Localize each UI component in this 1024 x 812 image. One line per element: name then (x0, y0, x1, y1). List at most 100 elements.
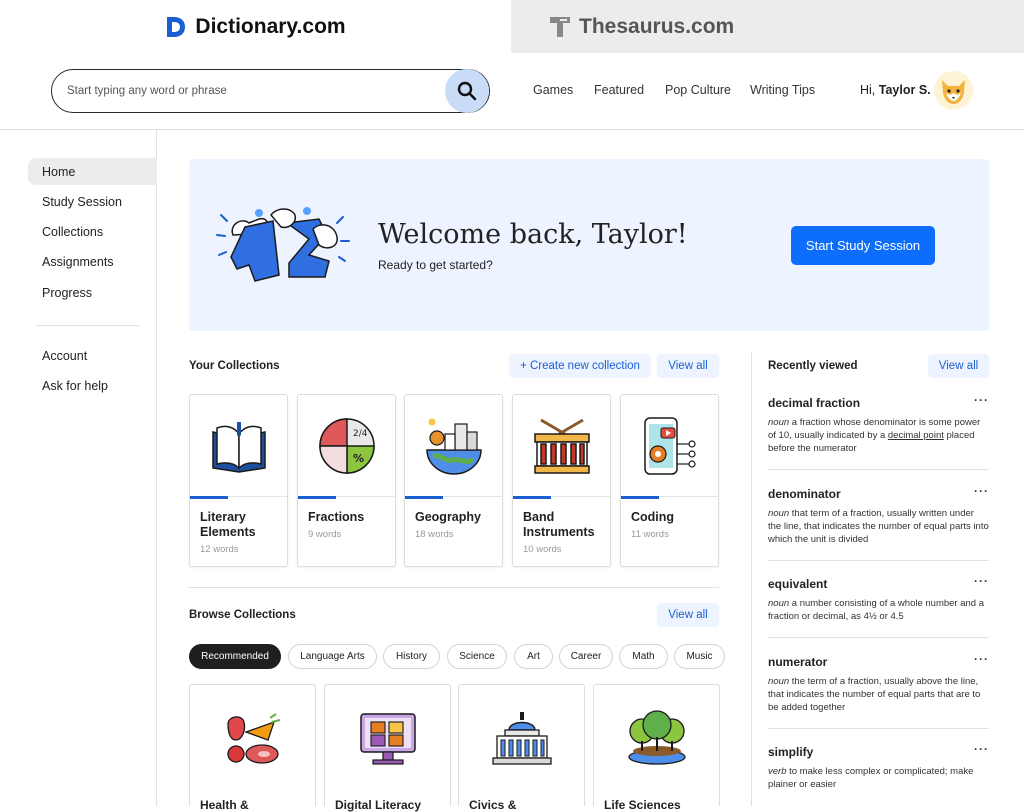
filter-science[interactable]: Science (447, 644, 507, 669)
filter-recommended[interactable]: Recommended (189, 644, 281, 669)
nav-writing-tips[interactable]: Writing Tips (750, 83, 815, 97)
recent-word[interactable]: denominator (768, 487, 989, 501)
collection-progress-bar (298, 496, 336, 499)
nav-featured[interactable]: Featured (594, 83, 644, 97)
avatar[interactable] (934, 71, 973, 110)
sidebar: Home Study Session Collections Assignmen… (0, 130, 157, 806)
recent-divider (768, 637, 989, 638)
food-icon (226, 713, 280, 764)
view-all-collections-button[interactable]: View all (657, 354, 719, 378)
browse-image (594, 685, 719, 791)
view-all-browse-button[interactable]: View all (657, 603, 719, 627)
create-collection-button[interactable]: + Create new collection (509, 354, 651, 378)
browse-card[interactable]: Digital Literacy (324, 684, 451, 812)
search-input[interactable] (67, 85, 437, 97)
thesaurus-brand-label: Thesaurus.com (579, 14, 735, 38)
filter-art[interactable]: Art (514, 644, 553, 669)
collection-card[interactable]: Band Instruments 10 words (512, 394, 611, 567)
browse-collections-title: Browse Collections (189, 609, 296, 621)
collection-card[interactable]: Literary Elements 12 words (189, 394, 288, 567)
thesaurus-tab[interactable]: Thesaurus.com (511, 0, 1024, 53)
recent-word[interactable]: simplify (768, 745, 989, 759)
part-of-speech: noun (768, 417, 790, 428)
fraction-pie-icon: 2/4 % (318, 417, 375, 474)
recent-definition: noun a fraction whose denominator is som… (768, 416, 989, 455)
definition-text: the term of a fraction, usually above th… (768, 676, 981, 713)
collection-card[interactable]: Geography 18 words (404, 394, 503, 567)
recent-word[interactable]: decimal fraction (768, 396, 989, 410)
browse-image (459, 685, 584, 791)
more-options-icon[interactable]: ··· (974, 742, 989, 756)
recent-word[interactable]: numerator (768, 655, 989, 669)
collection-card[interactable]: 2/4 % Fractions 9 words (297, 394, 396, 567)
browse-card[interactable]: Health & (189, 684, 316, 812)
sidebar-item-collections[interactable]: Collections (28, 218, 157, 245)
nav-games[interactable]: Games (533, 83, 573, 97)
recent-word-item[interactable]: numerator ··· noun the term of a fractio… (768, 652, 989, 714)
collection-name: Geography (415, 510, 481, 524)
search-button[interactable] (445, 69, 489, 113)
sidebar-item-help[interactable]: Ask for help (28, 372, 157, 399)
welcome-illustration-icon (216, 207, 350, 282)
collection-count: 12 words (200, 544, 239, 555)
definition-text: to make less complex or complicated; mak… (768, 766, 974, 790)
recent-word-item[interactable]: equivalent ··· noun a number consisting … (768, 574, 989, 623)
recent-definition: noun the term of a fraction, usually abo… (768, 675, 989, 714)
more-options-icon[interactable]: ··· (974, 652, 989, 666)
search-box (51, 69, 490, 113)
greeting-text: Hi, (860, 83, 876, 97)
collection-progress-bar (513, 496, 551, 499)
start-study-session-button[interactable]: Start Study Session (791, 226, 935, 265)
svg-text:%: % (353, 452, 364, 465)
collection-card[interactable]: Coding 11 words (620, 394, 719, 567)
more-options-icon[interactable]: ··· (974, 574, 989, 588)
dictionary-tab[interactable]: Dictionary.com (0, 0, 511, 53)
globe-city-icon (425, 418, 482, 475)
filter-history[interactable]: History (383, 644, 440, 669)
more-options-icon[interactable]: ··· (974, 484, 989, 498)
computer-icon (359, 713, 416, 765)
browse-card[interactable]: Civics & (458, 684, 585, 812)
sidebar-item-study-session[interactable]: Study Session (28, 188, 157, 215)
filter-language-arts[interactable]: Language Arts (288, 644, 377, 669)
more-options-icon[interactable]: ··· (974, 393, 989, 407)
recent-word-item[interactable]: decimal fraction ··· noun a fraction who… (768, 393, 989, 455)
sidebar-item-progress[interactable]: Progress (28, 279, 157, 306)
part-of-speech: noun (768, 676, 790, 687)
recent-word[interactable]: equivalent (768, 577, 989, 591)
recent-word-item[interactable]: denominator ··· noun that term of a frac… (768, 484, 989, 546)
thesaurus-logo-icon (550, 16, 570, 37)
nav-pop-culture[interactable]: Pop Culture (665, 83, 731, 97)
drum-icon (533, 418, 590, 474)
recent-definition: verb to make less complex or complicated… (768, 765, 989, 791)
phone-code-icon (643, 416, 696, 475)
filter-career[interactable]: Career (559, 644, 613, 669)
dictionary-brand-label: Dictionary.com (195, 14, 346, 38)
definition-link[interactable]: decimal point (888, 430, 944, 441)
recently-viewed-title: Recently viewed (768, 360, 858, 372)
filter-music[interactable]: Music (674, 644, 725, 669)
browse-image (325, 685, 450, 791)
browse-card[interactable]: Life Sciences (593, 684, 720, 812)
user-name: Taylor S. (878, 83, 931, 97)
collection-count: 18 words (415, 529, 454, 540)
welcome-subtitle: Ready to get started? (378, 258, 493, 272)
svg-text:2/4: 2/4 (353, 429, 368, 439)
filter-math[interactable]: Math (619, 644, 668, 669)
collection-name: Band Instruments (523, 510, 595, 539)
sidebar-item-account[interactable]: Account (28, 342, 157, 369)
part-of-speech: noun (768, 508, 790, 519)
browse-card-name: Civics & (469, 798, 517, 812)
browse-card-name: Digital Literacy (335, 798, 422, 812)
recent-word-item[interactable]: simplify ··· verb to make less complex o… (768, 742, 989, 791)
view-all-recent-button[interactable]: View all (928, 354, 989, 378)
collection-name: Coding (631, 510, 675, 524)
definition-text: a number consisting of a whole number an… (768, 598, 985, 622)
collection-progress-bar (190, 496, 228, 499)
brand-bar: Dictionary.com Thesaurus.com (0, 0, 1024, 53)
user-greeting: Hi, Taylor S. (860, 83, 931, 97)
collection-name: Literary Elements (200, 510, 256, 539)
recent-definition: noun a number consisting of a whole numb… (768, 597, 989, 623)
sidebar-item-assignments[interactable]: Assignments (28, 248, 157, 275)
sidebar-item-home[interactable]: Home (28, 158, 157, 185)
